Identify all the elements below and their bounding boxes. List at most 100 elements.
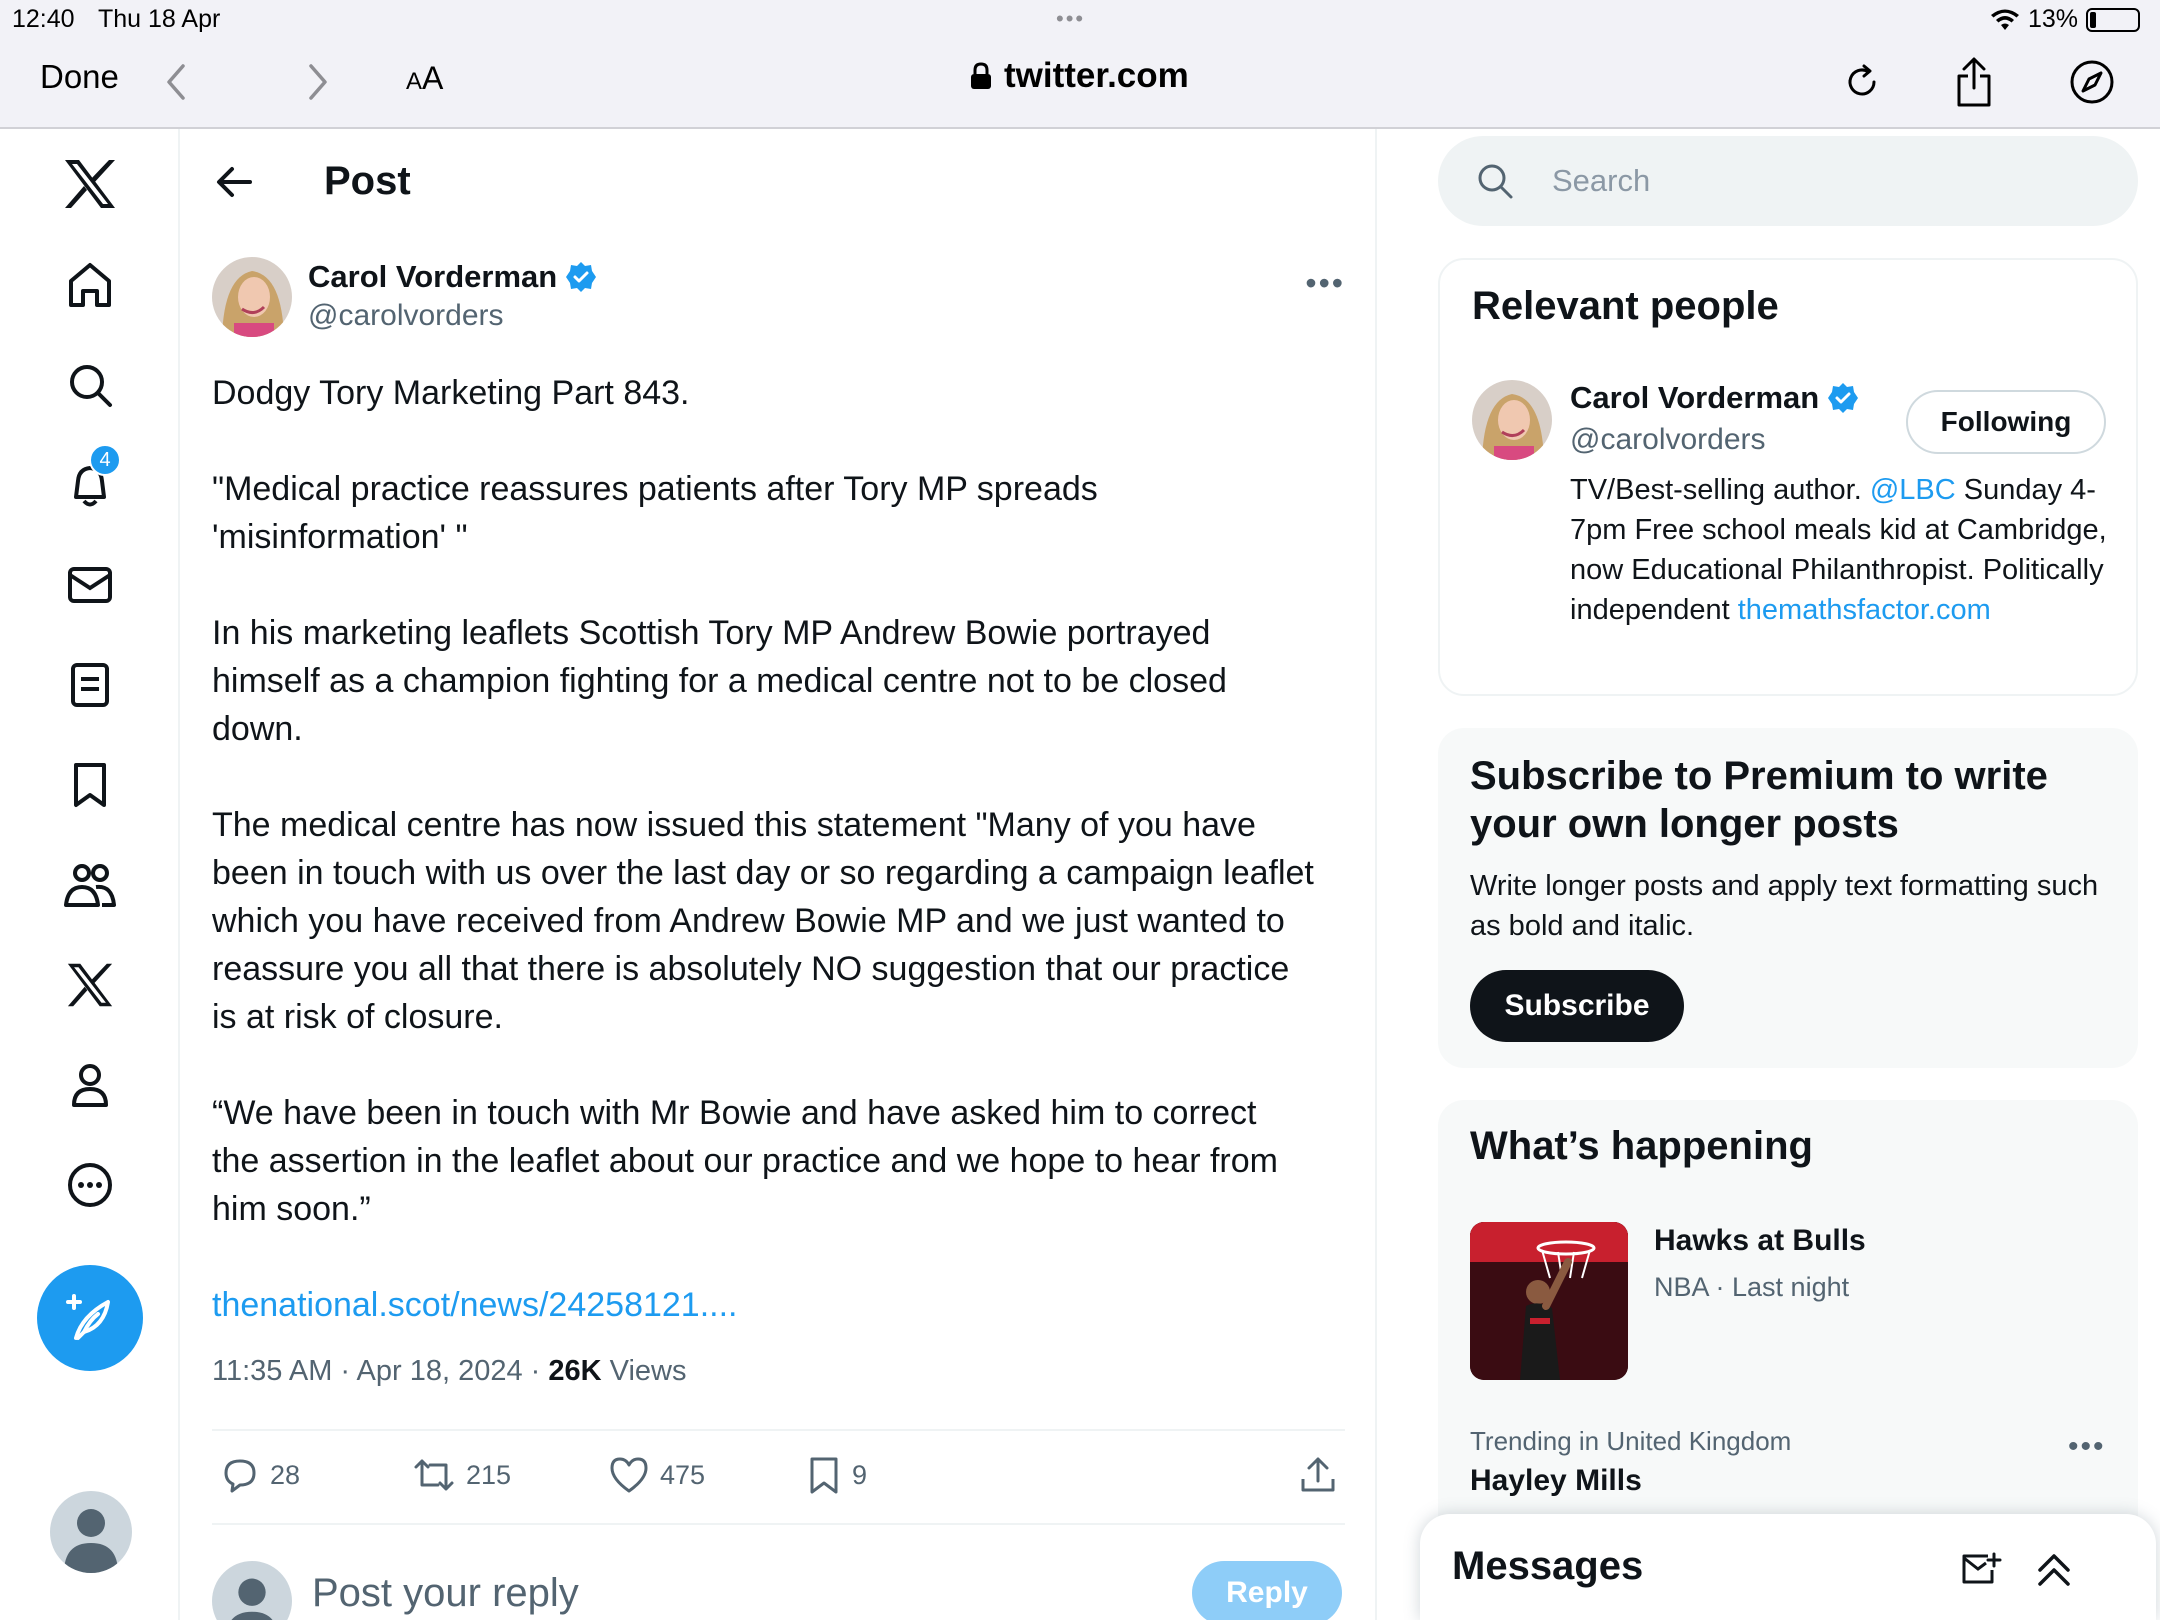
sidebar-item-explore[interactable]	[55, 350, 125, 420]
relevant-person-name[interactable]: Carol Vorderman	[1570, 380, 1859, 416]
relevant-person-avatar[interactable]	[1472, 380, 1552, 460]
compass-icon	[2070, 60, 2114, 104]
chevron-right-icon	[309, 64, 327, 100]
premium-description: Write longer posts and apply text format…	[1470, 870, 2099, 942]
messages-drawer[interactable]: Messages	[1420, 1514, 2156, 1620]
share-action[interactable]	[1298, 1455, 1338, 1495]
relevant-person-bio: TV/Best-selling author. @LBC Sunday 4-7p…	[1570, 470, 2110, 630]
author-name[interactable]: Carol Vorderman	[308, 259, 597, 295]
feather-plus-icon	[66, 1294, 110, 1340]
text-size-large: A	[422, 60, 444, 96]
back-arrow-button[interactable]	[212, 159, 258, 205]
reply-avatar	[212, 1561, 292, 1620]
bookmark-count: 9	[852, 1459, 868, 1490]
reply-action[interactable]: 28	[220, 1455, 300, 1495]
forward-button[interactable]	[292, 56, 344, 108]
lock-icon	[971, 62, 991, 89]
page-title: Post	[324, 159, 411, 203]
messages-title: Messages	[1452, 1544, 1644, 1588]
share-button[interactable]	[1948, 56, 2000, 108]
relevant-person-name-text: Carol Vorderman	[1570, 380, 1820, 415]
reply-count: 28	[270, 1459, 301, 1490]
reply-input[interactable]: Post your reply	[312, 1571, 579, 1616]
reload-button[interactable]	[1836, 56, 1888, 108]
reply-button[interactable]: Reply	[1192, 1561, 1342, 1620]
relevant-person-handle[interactable]: @carolvorders	[1570, 423, 1766, 457]
search-icon	[1478, 164, 1513, 199]
bookmark-icon	[74, 763, 106, 807]
sidebar-item-bookmarks[interactable]	[55, 750, 125, 820]
sidebar-item-communities[interactable]	[55, 850, 125, 920]
x-premium-icon	[67, 963, 113, 1007]
bio-website-link[interactable]: themathsfactor.com	[1738, 594, 1991, 626]
back-button[interactable]	[150, 56, 202, 108]
author-name-text: Carol Vorderman	[308, 259, 558, 294]
arrow-left-icon	[217, 167, 252, 197]
post-link[interactable]: thenational.scot/news/24258121....	[212, 1286, 738, 1324]
communities-icon	[64, 864, 116, 907]
divider	[212, 1429, 1345, 1431]
trend-name[interactable]: Hayley Mills	[1470, 1464, 1642, 1498]
person-icon	[72, 1064, 108, 1107]
share-icon	[1301, 1457, 1335, 1492]
sidebar-item-messages[interactable]	[55, 550, 125, 620]
sidebar-item-lists[interactable]	[55, 650, 125, 720]
compose-post-button[interactable]	[37, 1265, 143, 1371]
done-button[interactable]: Done	[40, 58, 119, 96]
repost-action[interactable]: 215	[412, 1455, 511, 1495]
post-body: Dodgy Tory Marketing Part 843. "Medical …	[212, 369, 1352, 1377]
bio-mention-link[interactable]: @LBC	[1870, 474, 1956, 506]
sidebar-item-more[interactable]	[55, 1150, 125, 1220]
whats-happening-title: What’s happening	[1470, 1124, 1813, 1168]
relevant-people-title: Relevant people	[1472, 284, 1779, 328]
event-title[interactable]: Hawks at Bulls	[1654, 1224, 1866, 1258]
default-avatar-icon	[231, 1578, 273, 1620]
verified-badge-icon	[566, 262, 597, 292]
home-icon	[69, 263, 111, 307]
heart-icon	[610, 1457, 648, 1493]
sidebar-item-home[interactable]	[55, 250, 125, 320]
trend-more-icon[interactable]: •••	[2068, 1430, 2106, 1464]
status-date: Thu 18 Apr	[98, 5, 221, 33]
following-button[interactable]: Following	[1906, 390, 2106, 454]
multitasking-dots-icon[interactable]: •••	[1056, 6, 1085, 32]
compass-button[interactable]	[2066, 56, 2118, 108]
sidebar-item-premium[interactable]	[55, 950, 125, 1020]
bio-text: TV/Best-selling author.	[1570, 474, 1870, 506]
sidebar-item-notifications[interactable]: 4	[55, 444, 125, 520]
share-icon	[1957, 57, 1991, 107]
post-paragraph: "Medical practice reassures patients aft…	[212, 470, 1098, 556]
x-logo-icon	[65, 160, 115, 208]
notifications-badge: 4	[89, 444, 121, 476]
new-message-icon[interactable]	[1960, 1550, 2002, 1590]
mail-icon	[68, 567, 112, 603]
premium-card: Subscribe to Premium to write your own l…	[1438, 728, 2138, 1068]
sidebar-item-profile[interactable]	[55, 1050, 125, 1120]
search-box[interactable]	[1438, 136, 2138, 226]
premium-title: Subscribe to Premium to write your own l…	[1470, 754, 2048, 846]
author-handle[interactable]: @carolvorders	[308, 299, 504, 333]
list-icon	[71, 663, 109, 707]
like-action[interactable]: 475	[608, 1455, 705, 1495]
expand-up-icon[interactable]	[2034, 1550, 2074, 1590]
repost-count: 215	[466, 1459, 512, 1490]
battery-percent: 13%	[2027, 5, 2078, 33]
author-avatar[interactable]	[212, 257, 292, 337]
post-more-icon[interactable]: •••	[1305, 265, 1345, 302]
text-size-button[interactable]: AA	[406, 60, 443, 97]
subscribe-button[interactable]: Subscribe	[1470, 970, 1684, 1042]
ios-status-bar: 12:40 Thu 18 Apr ••• 13%	[0, 0, 2160, 40]
sidebar-item-x-logo[interactable]	[55, 149, 125, 219]
bookmark-action[interactable]: 9	[806, 1455, 867, 1495]
relevant-people-card: Relevant people Carol Vorderman @carolvo…	[1438, 258, 2138, 696]
search-input[interactable]	[1552, 156, 2092, 206]
event-thumbnail[interactable]	[1470, 1222, 1628, 1380]
address-bar[interactable]: twitter.com	[970, 56, 1189, 96]
account-avatar[interactable]	[50, 1491, 132, 1573]
post-detail-column: Post Carol Vorderman @carolvorders ••• D…	[180, 129, 1377, 1620]
reload-icon	[1848, 64, 1876, 96]
views-label: Views	[601, 1355, 687, 1387]
post-timestamp[interactable]: 11:35 AM · Apr 18, 2024 ·	[212, 1355, 548, 1387]
repost-icon	[414, 1459, 454, 1491]
wifi-icon	[1990, 9, 2019, 30]
